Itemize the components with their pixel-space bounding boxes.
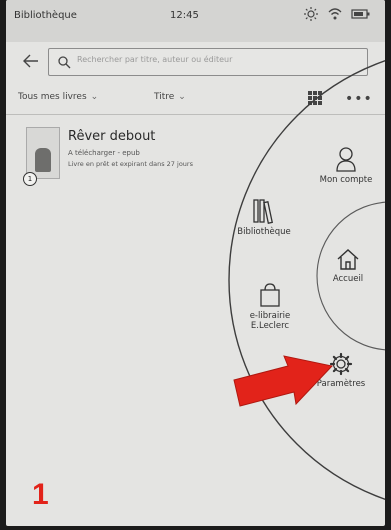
- annotation-arrow: [233, 355, 333, 407]
- account-icon: [336, 147, 356, 172]
- library-icon: [253, 199, 274, 224]
- menu-store[interactable]: e-librairie E.Leclerc: [240, 282, 300, 331]
- menu-store-label-line1: e-librairie: [249, 311, 291, 321]
- menu-home-label: Accueil: [332, 274, 364, 284]
- home-icon: [337, 249, 359, 270]
- menu-account[interactable]: Mon compte: [313, 146, 379, 185]
- menu-library-label: Bibliothèque: [237, 227, 291, 237]
- menu-account-label: Mon compte: [319, 175, 373, 185]
- shopping-bag-icon: [260, 283, 280, 307]
- reader-screen: Bibliothèque 12:45 Rechercher par titre,…: [6, 0, 385, 526]
- step-number-annotation: 1: [32, 478, 49, 511]
- menu-store-label-line2: E.Leclerc: [250, 321, 290, 331]
- menu-library[interactable]: Bibliothèque: [234, 198, 294, 237]
- menu-home[interactable]: Accueil: [318, 247, 378, 284]
